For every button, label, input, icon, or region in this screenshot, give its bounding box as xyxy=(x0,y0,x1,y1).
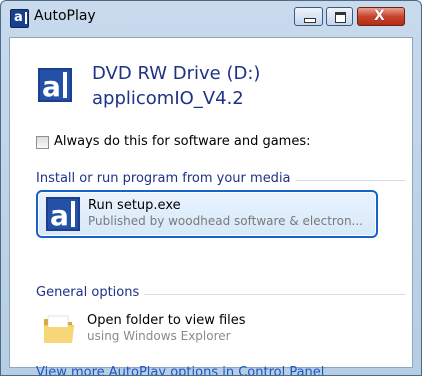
svg-text:a: a xyxy=(42,70,61,102)
minimize-icon xyxy=(304,18,316,23)
run-setup-publisher: Published by woodhead software & electro… xyxy=(88,214,363,228)
open-folder-title[interactable]: Open folder to view files xyxy=(87,313,246,328)
applicom-a-icon: a xyxy=(10,9,29,28)
device-label: applicomIO_V4.2 xyxy=(92,88,244,109)
always-do-this-checkbox[interactable] xyxy=(36,136,49,149)
open-folder-subtitle: using Windows Explorer xyxy=(87,329,231,343)
general-section-label: General options xyxy=(36,285,145,300)
install-section-header: Install or run program from your media xyxy=(36,171,406,187)
autoplay-window: a AutoPlay X a DVD RW Drive (D:) applico… xyxy=(0,0,422,376)
install-section-label: Install or run program from your media xyxy=(36,171,296,186)
general-section-header: General options xyxy=(36,285,406,301)
folder-icon[interactable] xyxy=(42,313,76,347)
always-do-this-label[interactable]: Always do this for software and games: xyxy=(54,134,310,149)
title-bar[interactable]: a AutoPlay X xyxy=(1,1,421,37)
maximize-button[interactable] xyxy=(326,7,353,26)
control-panel-link[interactable]: View more AutoPlay options in Control Pa… xyxy=(36,365,324,375)
autoplay-content: a DVD RW Drive (D:) applicomIO_V4.2 Alwa… xyxy=(9,37,413,375)
device-name: DVD RW Drive (D:) xyxy=(92,63,261,84)
svg-text:a: a xyxy=(50,199,69,231)
run-setup-option[interactable]: a Run setup.exe Published by woodhead so… xyxy=(36,190,378,238)
close-button[interactable]: X xyxy=(357,7,405,26)
minimize-button[interactable] xyxy=(294,7,323,26)
applicom-a-icon: a xyxy=(46,197,80,231)
applicom-a-icon: a xyxy=(38,68,72,102)
maximize-icon xyxy=(335,12,346,23)
close-icon: X xyxy=(374,8,385,24)
run-setup-title: Run setup.exe xyxy=(88,198,181,213)
window-title: AutoPlay xyxy=(34,8,96,24)
